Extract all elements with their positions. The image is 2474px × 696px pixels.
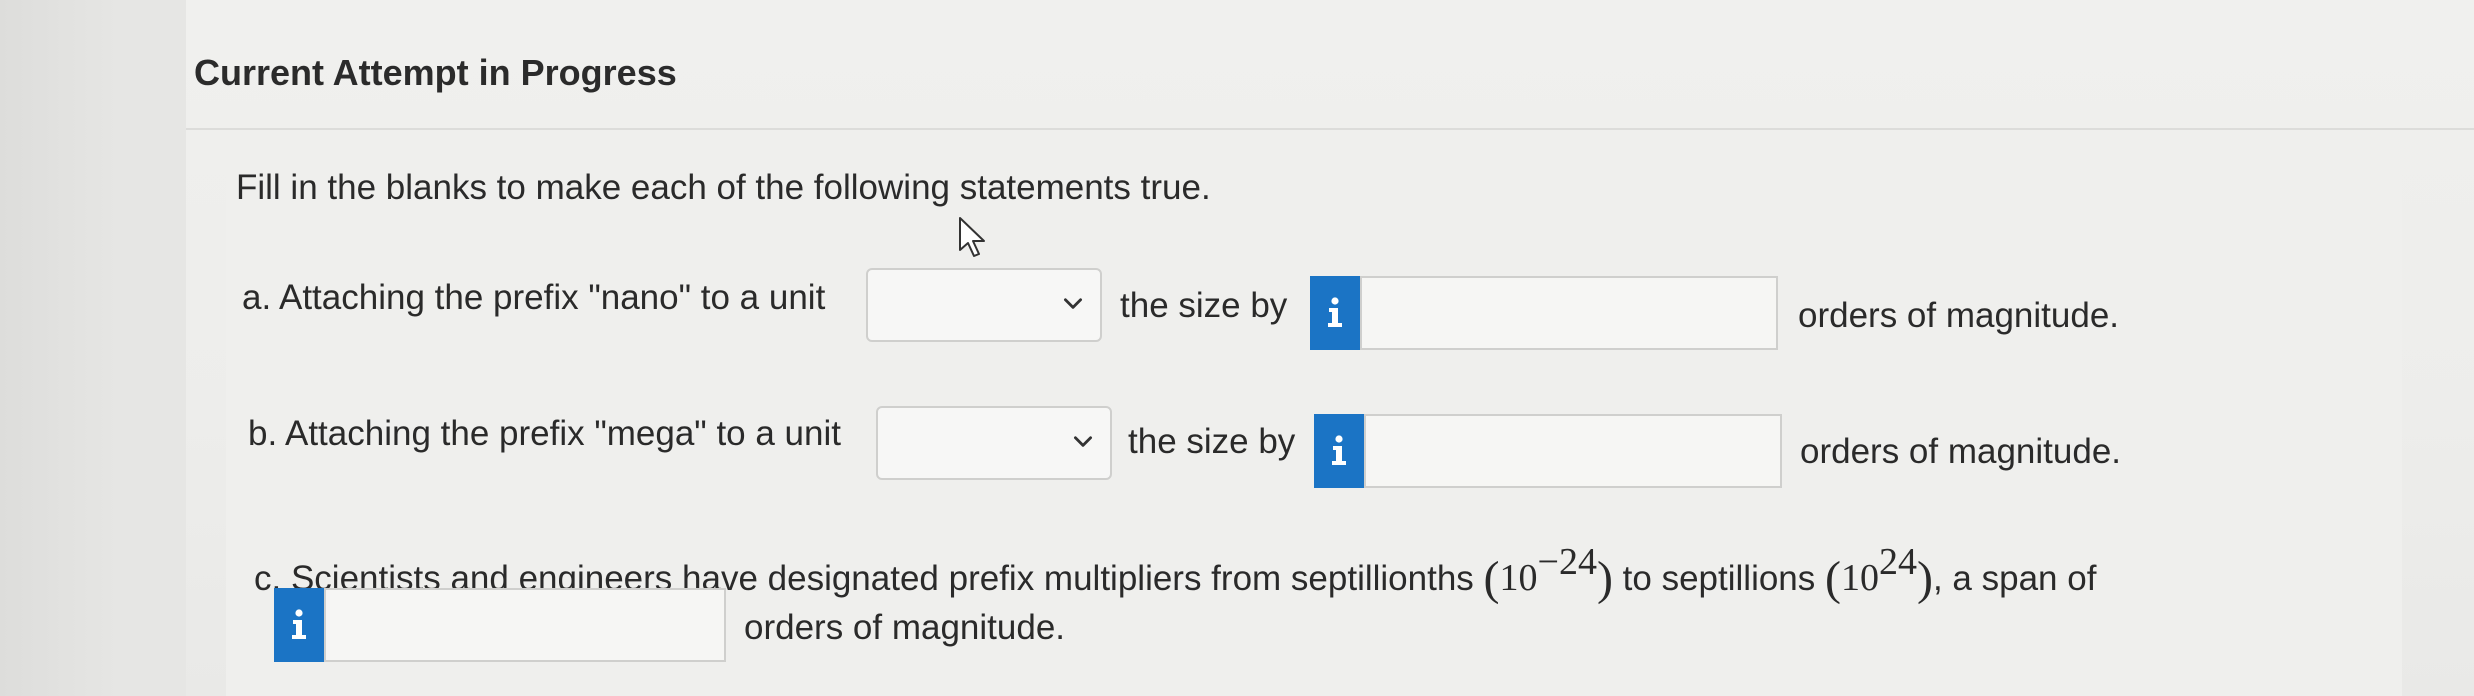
question-a-label: a. Attaching the prefix "nano" to a unit (242, 278, 826, 317)
header-divider (186, 128, 2474, 130)
question-a-dropdown[interactable] (866, 268, 1102, 342)
close-paren: ) (1917, 552, 1933, 605)
open-paren: ( (1825, 552, 1841, 605)
close-paren: ) (1596, 552, 1613, 605)
question-c-answer-input[interactable] (324, 588, 726, 662)
open-paren: ( (1483, 552, 1500, 605)
exponent-low: −24 (1537, 541, 1597, 583)
page-title: Current Attempt in Progress (194, 52, 677, 93)
info-icon (1328, 297, 1342, 327)
question-c-text-middle: to septillions (1622, 559, 1816, 598)
question-c-suffix: orders of magnitude. (744, 608, 1066, 647)
exponent-high: 24 (1879, 541, 1917, 583)
question-b-label: b. Attaching the prefix "mega" to a unit (248, 414, 841, 453)
question-a-answer-input[interactable] (1360, 276, 1778, 350)
question-b-answer-input[interactable] (1364, 414, 1782, 488)
exponent-base-high: 10 (1841, 557, 1879, 599)
question-c-text-end: , a span of (1932, 559, 2097, 598)
question-a-middle-text: the size by (1120, 286, 1288, 325)
chevron-down-icon (1074, 436, 1092, 447)
chevron-down-icon (1064, 298, 1082, 309)
exponent-base-low: 10 (1499, 557, 1538, 599)
question-b-dropdown[interactable] (876, 406, 1112, 480)
question-b-suffix: orders of magnitude. (1800, 432, 2122, 471)
question-c-info-button[interactable] (274, 588, 324, 662)
question-b-info-button[interactable] (1314, 414, 1364, 488)
mouse-cursor-icon (959, 217, 985, 257)
question-b-middle-text: the size by (1128, 422, 1296, 461)
instructions-text: Fill in the blanks to make each of the f… (236, 168, 1211, 207)
info-icon (292, 609, 306, 639)
question-a-info-button[interactable] (1310, 276, 1360, 350)
question-a-suffix: orders of magnitude. (1798, 296, 2120, 335)
info-icon (1332, 435, 1346, 465)
